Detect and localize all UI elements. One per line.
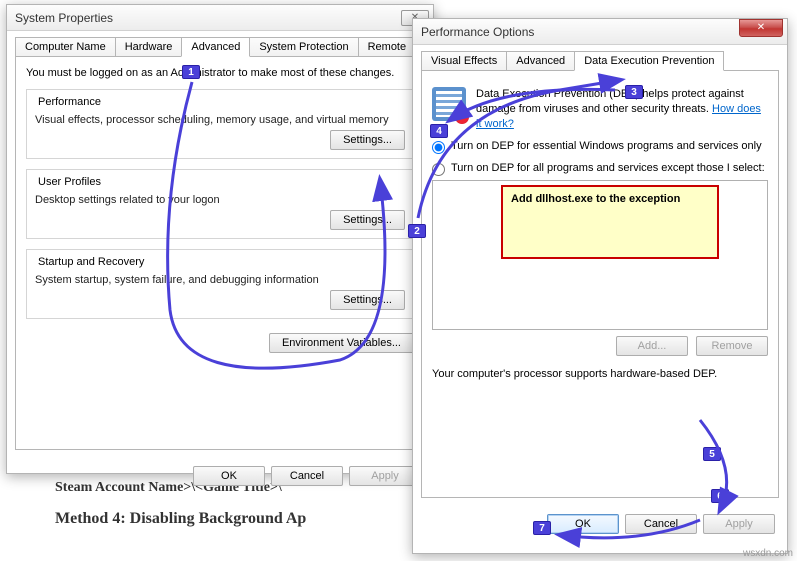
callout-badge-4: 4 — [430, 124, 448, 138]
tab-visual-effects[interactable]: Visual Effects — [421, 51, 507, 70]
window-title: System Properties — [15, 11, 401, 25]
performance-settings-button[interactable]: Settings... — [330, 130, 405, 150]
tab-dep[interactable]: Data Execution Prevention — [574, 51, 724, 71]
callout-badge-3: 3 — [625, 85, 643, 99]
dep-option-all[interactable]: Turn on DEP for all programs and service… — [432, 162, 768, 176]
ok-button[interactable]: OK — [193, 466, 265, 486]
radio-label: Turn on DEP for all programs and service… — [451, 162, 765, 174]
performance-options-window: Performance Options ✕ Visual Effects Adv… — [412, 18, 788, 554]
tab-remote[interactable]: Remote — [358, 37, 417, 56]
callout-badge-5: 5 — [703, 447, 721, 461]
tab-strip: Visual Effects Advanced Data Execution P… — [413, 45, 787, 70]
apply-button[interactable]: Apply — [703, 514, 775, 534]
remove-button[interactable]: Remove — [696, 336, 768, 356]
titlebar[interactable]: Performance Options ✕ — [413, 19, 787, 45]
article-heading: Method 4: Disabling Background Ap — [55, 510, 435, 528]
dep-tab-pane: Data Execution Prevention (DEP) helps pr… — [421, 70, 779, 498]
dep-description: Data Execution Prevention (DEP) helps pr… — [476, 87, 768, 132]
dialog-buttons: OK Cancel Apply — [413, 506, 787, 542]
callout-badge-1: 1 — [182, 65, 200, 79]
close-icon[interactable]: ✕ — [739, 19, 783, 37]
startup-recovery-group: Startup and Recovery System startup, sys… — [26, 249, 414, 319]
admin-warning: You must be logged on as an Administrato… — [26, 67, 414, 79]
callout-badge-6: 6 — [711, 489, 729, 503]
group-title: Startup and Recovery — [35, 256, 147, 268]
user-profiles-group: User Profiles Desktop settings related t… — [26, 169, 414, 239]
group-desc: System startup, system failure, and debu… — [35, 274, 405, 286]
add-button[interactable]: Add... — [616, 336, 688, 356]
tab-advanced[interactable]: Advanced — [181, 37, 250, 57]
radio-label: Turn on DEP for essential Windows progra… — [451, 140, 762, 152]
apply-button[interactable]: Apply — [349, 466, 421, 486]
callout-badge-7: 7 — [533, 521, 551, 535]
ok-button[interactable]: OK — [547, 514, 619, 534]
dialog-buttons: OK Cancel Apply — [7, 458, 433, 494]
user-profiles-settings-button[interactable]: Settings... — [330, 210, 405, 230]
tab-strip: Computer Name Hardware Advanced System P… — [7, 31, 433, 56]
window-title: Performance Options — [421, 25, 739, 39]
advanced-tab-pane: You must be logged on as an Administrato… — [15, 56, 425, 450]
dep-desc-text: Data Execution Prevention (DEP) helps pr… — [476, 88, 744, 115]
performance-group: Performance Visual effects, processor sc… — [26, 89, 414, 159]
dep-option-essential[interactable]: Turn on DEP for essential Windows progra… — [432, 140, 768, 154]
environment-variables-button[interactable]: Environment Variables... — [269, 333, 414, 353]
shield-icon — [432, 87, 466, 121]
callout-badge-2: 2 — [408, 224, 426, 238]
radio-essential[interactable] — [432, 141, 445, 154]
processor-support-msg: Your computer's processor supports hardw… — [432, 368, 768, 380]
titlebar[interactable]: System Properties ✕ — [7, 5, 433, 31]
system-properties-window: System Properties ✕ Computer Name Hardwa… — [6, 4, 434, 474]
tab-system-protection[interactable]: System Protection — [249, 37, 358, 56]
group-title: User Profiles — [35, 176, 104, 188]
tab-hardware[interactable]: Hardware — [115, 37, 183, 56]
annotation-note: Add dllhost.exe to the exception — [501, 185, 719, 259]
group-desc: Desktop settings related to your logon — [35, 194, 405, 206]
image-credit: wsxdn.com — [743, 548, 793, 559]
exception-list[interactable]: Add dllhost.exe to the exception — [432, 180, 768, 330]
tab-computer-name[interactable]: Computer Name — [15, 37, 116, 56]
group-desc: Visual effects, processor scheduling, me… — [35, 114, 405, 126]
radio-all[interactable] — [432, 163, 445, 176]
cancel-button[interactable]: Cancel — [625, 514, 697, 534]
tab-advanced[interactable]: Advanced — [506, 51, 575, 70]
cancel-button[interactable]: Cancel — [271, 466, 343, 486]
startup-settings-button[interactable]: Settings... — [330, 290, 405, 310]
group-title: Performance — [35, 96, 104, 108]
